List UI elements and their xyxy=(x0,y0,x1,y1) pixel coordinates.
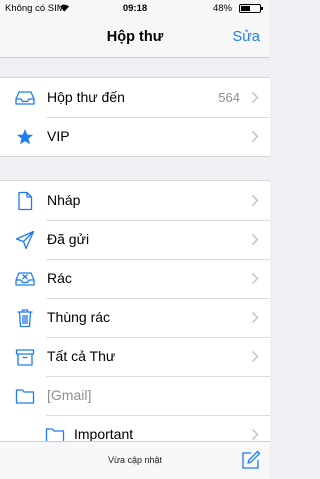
inbox-tray-icon xyxy=(14,87,36,109)
trash-can-icon xyxy=(14,307,36,329)
mailbox-label: Tất cả Thư xyxy=(47,348,116,364)
paper-plane-icon xyxy=(14,229,36,251)
update-status: Vừa cập nhật xyxy=(107,455,163,465)
chevron-right-icon xyxy=(251,428,259,441)
nav-bar: Hộp thư Sửa xyxy=(0,18,270,58)
mailbox-label: Đã gửi xyxy=(47,231,90,247)
document-icon xyxy=(14,190,36,212)
mailbox-row-inbox[interactable]: Hộp thư đến 564 xyxy=(0,78,270,117)
battery-percent: 48% xyxy=(212,3,232,14)
star-icon xyxy=(14,126,36,148)
page-title: Hộp thư xyxy=(106,29,164,45)
chevron-right-icon xyxy=(251,272,259,285)
compose-icon[interactable] xyxy=(240,450,261,471)
mailbox-row-vip[interactable]: VIP xyxy=(0,117,270,156)
mailbox-label: Nháp xyxy=(47,192,81,208)
mailbox-row-gmail[interactable]: [Gmail] xyxy=(0,376,270,415)
chevron-right-icon xyxy=(251,311,259,324)
inbox-group: Hộp thư đến 564 VIP xyxy=(0,77,270,157)
unread-count: 564 xyxy=(218,90,240,105)
mailbox-label: [Gmail] xyxy=(47,387,92,403)
chevron-right-icon xyxy=(251,233,259,246)
edit-button[interactable]: Sửa xyxy=(233,29,260,45)
battery-icon xyxy=(239,4,263,13)
mailbox-row-junk[interactable]: Rác xyxy=(0,259,270,298)
bottom-toolbar: Vừa cập nhật xyxy=(0,441,270,479)
archive-box-icon xyxy=(14,346,36,368)
mailbox-label: Hộp thư đến xyxy=(47,89,125,105)
mailbox-row-drafts[interactable]: Nháp xyxy=(0,181,270,220)
mailbox-label: VIP xyxy=(47,128,70,144)
folders-group: Nháp Đã gửi Rác Thùng rác Tất cả Thư [Gm xyxy=(0,180,270,454)
status-bar: Không có SIM 09:18 48% xyxy=(0,0,270,18)
mailbox-row-sent[interactable]: Đã gửi xyxy=(0,220,270,259)
folder-icon xyxy=(14,385,36,407)
chevron-right-icon xyxy=(251,130,259,143)
junk-tray-icon xyxy=(14,268,36,290)
chevron-right-icon xyxy=(251,194,259,207)
chevron-right-icon xyxy=(251,91,259,104)
mailbox-label: Important xyxy=(74,426,134,442)
mailbox-row-trash[interactable]: Thùng rác xyxy=(0,298,270,337)
mailbox-label: Thùng rác xyxy=(47,309,111,325)
mailbox-row-all-mail[interactable]: Tất cả Thư xyxy=(0,337,270,376)
mailbox-label: Rác xyxy=(47,270,72,286)
chevron-right-icon xyxy=(251,350,259,363)
